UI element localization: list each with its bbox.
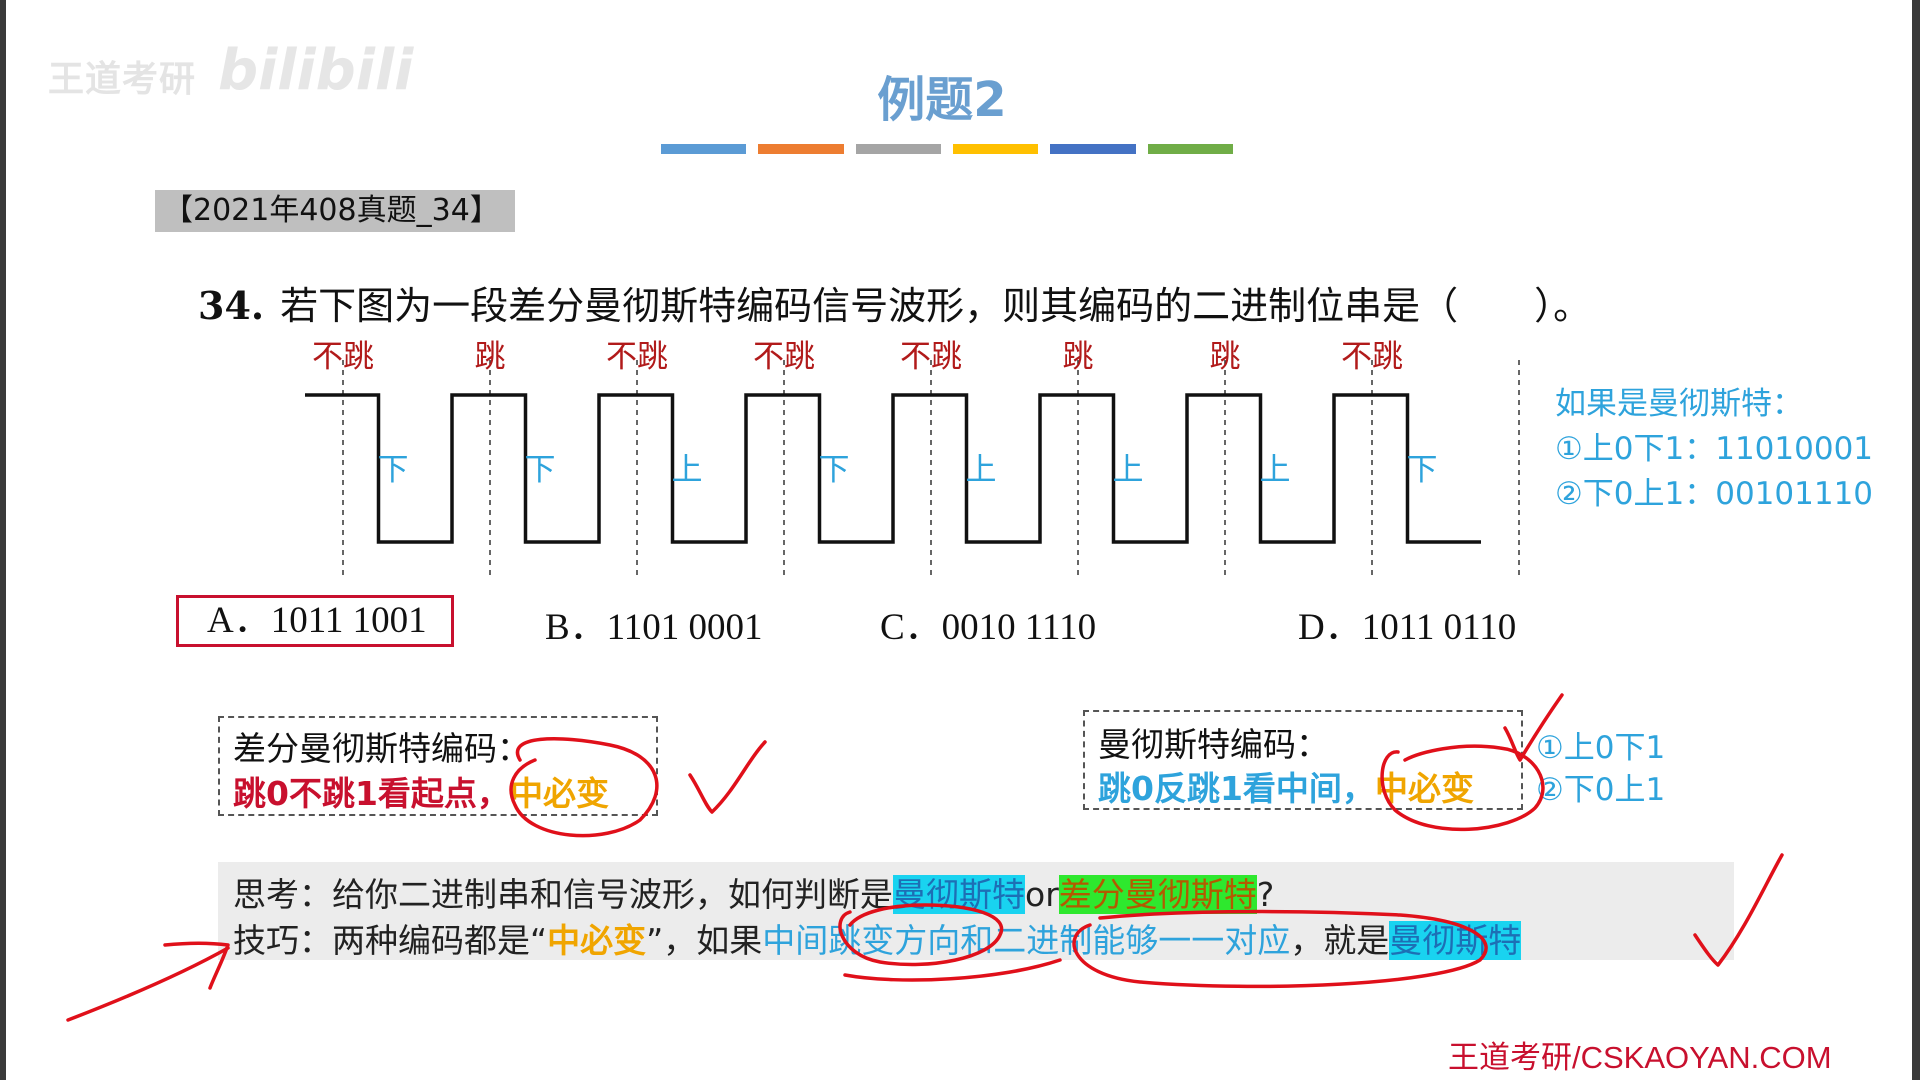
think-line1-q: ? — [1256, 875, 1275, 914]
waveform-line — [305, 393, 1481, 544]
option-c[interactable]: C．0010 1110 — [880, 596, 1096, 650]
top-label: 不跳 — [606, 339, 668, 375]
mid-labels: 下下上下上上上下 — [378, 452, 1438, 488]
option-b[interactable]: B．1101 0001 — [545, 596, 763, 650]
transition-label: 下 — [525, 452, 556, 488]
diff-manchester-tail: 中必变 — [509, 774, 609, 813]
footer-logo: 王道考研/CSKAOYAN.COM — [1448, 1040, 1832, 1075]
think-line1: 思考：给你二进制串和信号波形，如何判断是曼彻斯特or差分曼彻斯特? — [233, 868, 1274, 916]
top-label: 不跳 — [900, 339, 962, 375]
highlight-manchester-2: 曼彻斯特 — [1389, 921, 1522, 960]
manchester-hint-line1: ①上0下1：11010001 — [1555, 431, 1874, 467]
manchester-tail: 中必变 — [1374, 769, 1474, 808]
highlight-manchester: 曼彻斯特 — [893, 875, 1025, 914]
transition-label: 下 — [378, 452, 409, 488]
manchester-note1: ①上0下1 — [1536, 730, 1666, 766]
tip-blue: 中间跳变方向和二进制能够一一对应 — [762, 921, 1291, 960]
slide: 王道考研 bilibili 例题2 【2021年408真题_34】 34. 若下图… — [0, 0, 1920, 1080]
tip-line2: 技巧：两种编码都是“中必变”，如果中间跳变方向和二进制能够一一对应，就是曼彻斯特 — [233, 914, 1522, 962]
transition-label: 上 — [1260, 452, 1291, 488]
transition-label: 上 — [1113, 452, 1144, 488]
option-a[interactable]: A．1011 1001 — [176, 595, 454, 647]
think-line1-or: or — [1025, 875, 1059, 914]
manchester-note2: ②下0上1 — [1536, 772, 1666, 808]
tip-prefix: 技巧：两种编码都是“ — [233, 921, 548, 960]
top-labels: 不跳 跳 不跳 不跳 不跳 跳 跳 不跳 — [312, 339, 1403, 375]
diff-manchester-title: 差分曼彻斯特编码： — [233, 729, 530, 768]
option-d[interactable]: D．1011 0110 — [1298, 596, 1516, 650]
top-label: 不跳 — [312, 339, 374, 375]
tip-mid: ”，如果 — [646, 921, 763, 960]
transition-label: 上 — [672, 452, 703, 488]
think-line1-prefix: 思考：给你二进制串和信号波形，如何判断是 — [233, 875, 893, 914]
manchester-title: 曼彻斯特编码： — [1098, 725, 1329, 764]
top-label: 跳 — [1063, 339, 1094, 375]
top-label: 跳 — [1210, 339, 1241, 375]
manchester-hint-title: 如果是曼彻斯特： — [1555, 386, 1803, 422]
manchester-hint-line2: ②下0上1：00101110 — [1555, 476, 1874, 512]
tip-comma: ，就是 — [1290, 921, 1390, 960]
transition-label: 上 — [966, 452, 997, 488]
transition-label: 下 — [1407, 452, 1438, 488]
tip-key: 中必变 — [547, 921, 647, 960]
cell-boundaries — [342, 360, 1520, 578]
top-label: 不跳 — [1341, 339, 1403, 375]
top-label: 跳 — [475, 339, 506, 375]
manchester-rule: 跳0反跳1看中间， — [1098, 769, 1375, 808]
diff-manchester-rule: 跳0不跳1看起点， — [233, 774, 510, 813]
transition-label: 下 — [819, 452, 850, 488]
highlight-diff-manchester: 差分曼彻斯特 — [1058, 875, 1257, 914]
top-label: 不跳 — [753, 339, 815, 375]
